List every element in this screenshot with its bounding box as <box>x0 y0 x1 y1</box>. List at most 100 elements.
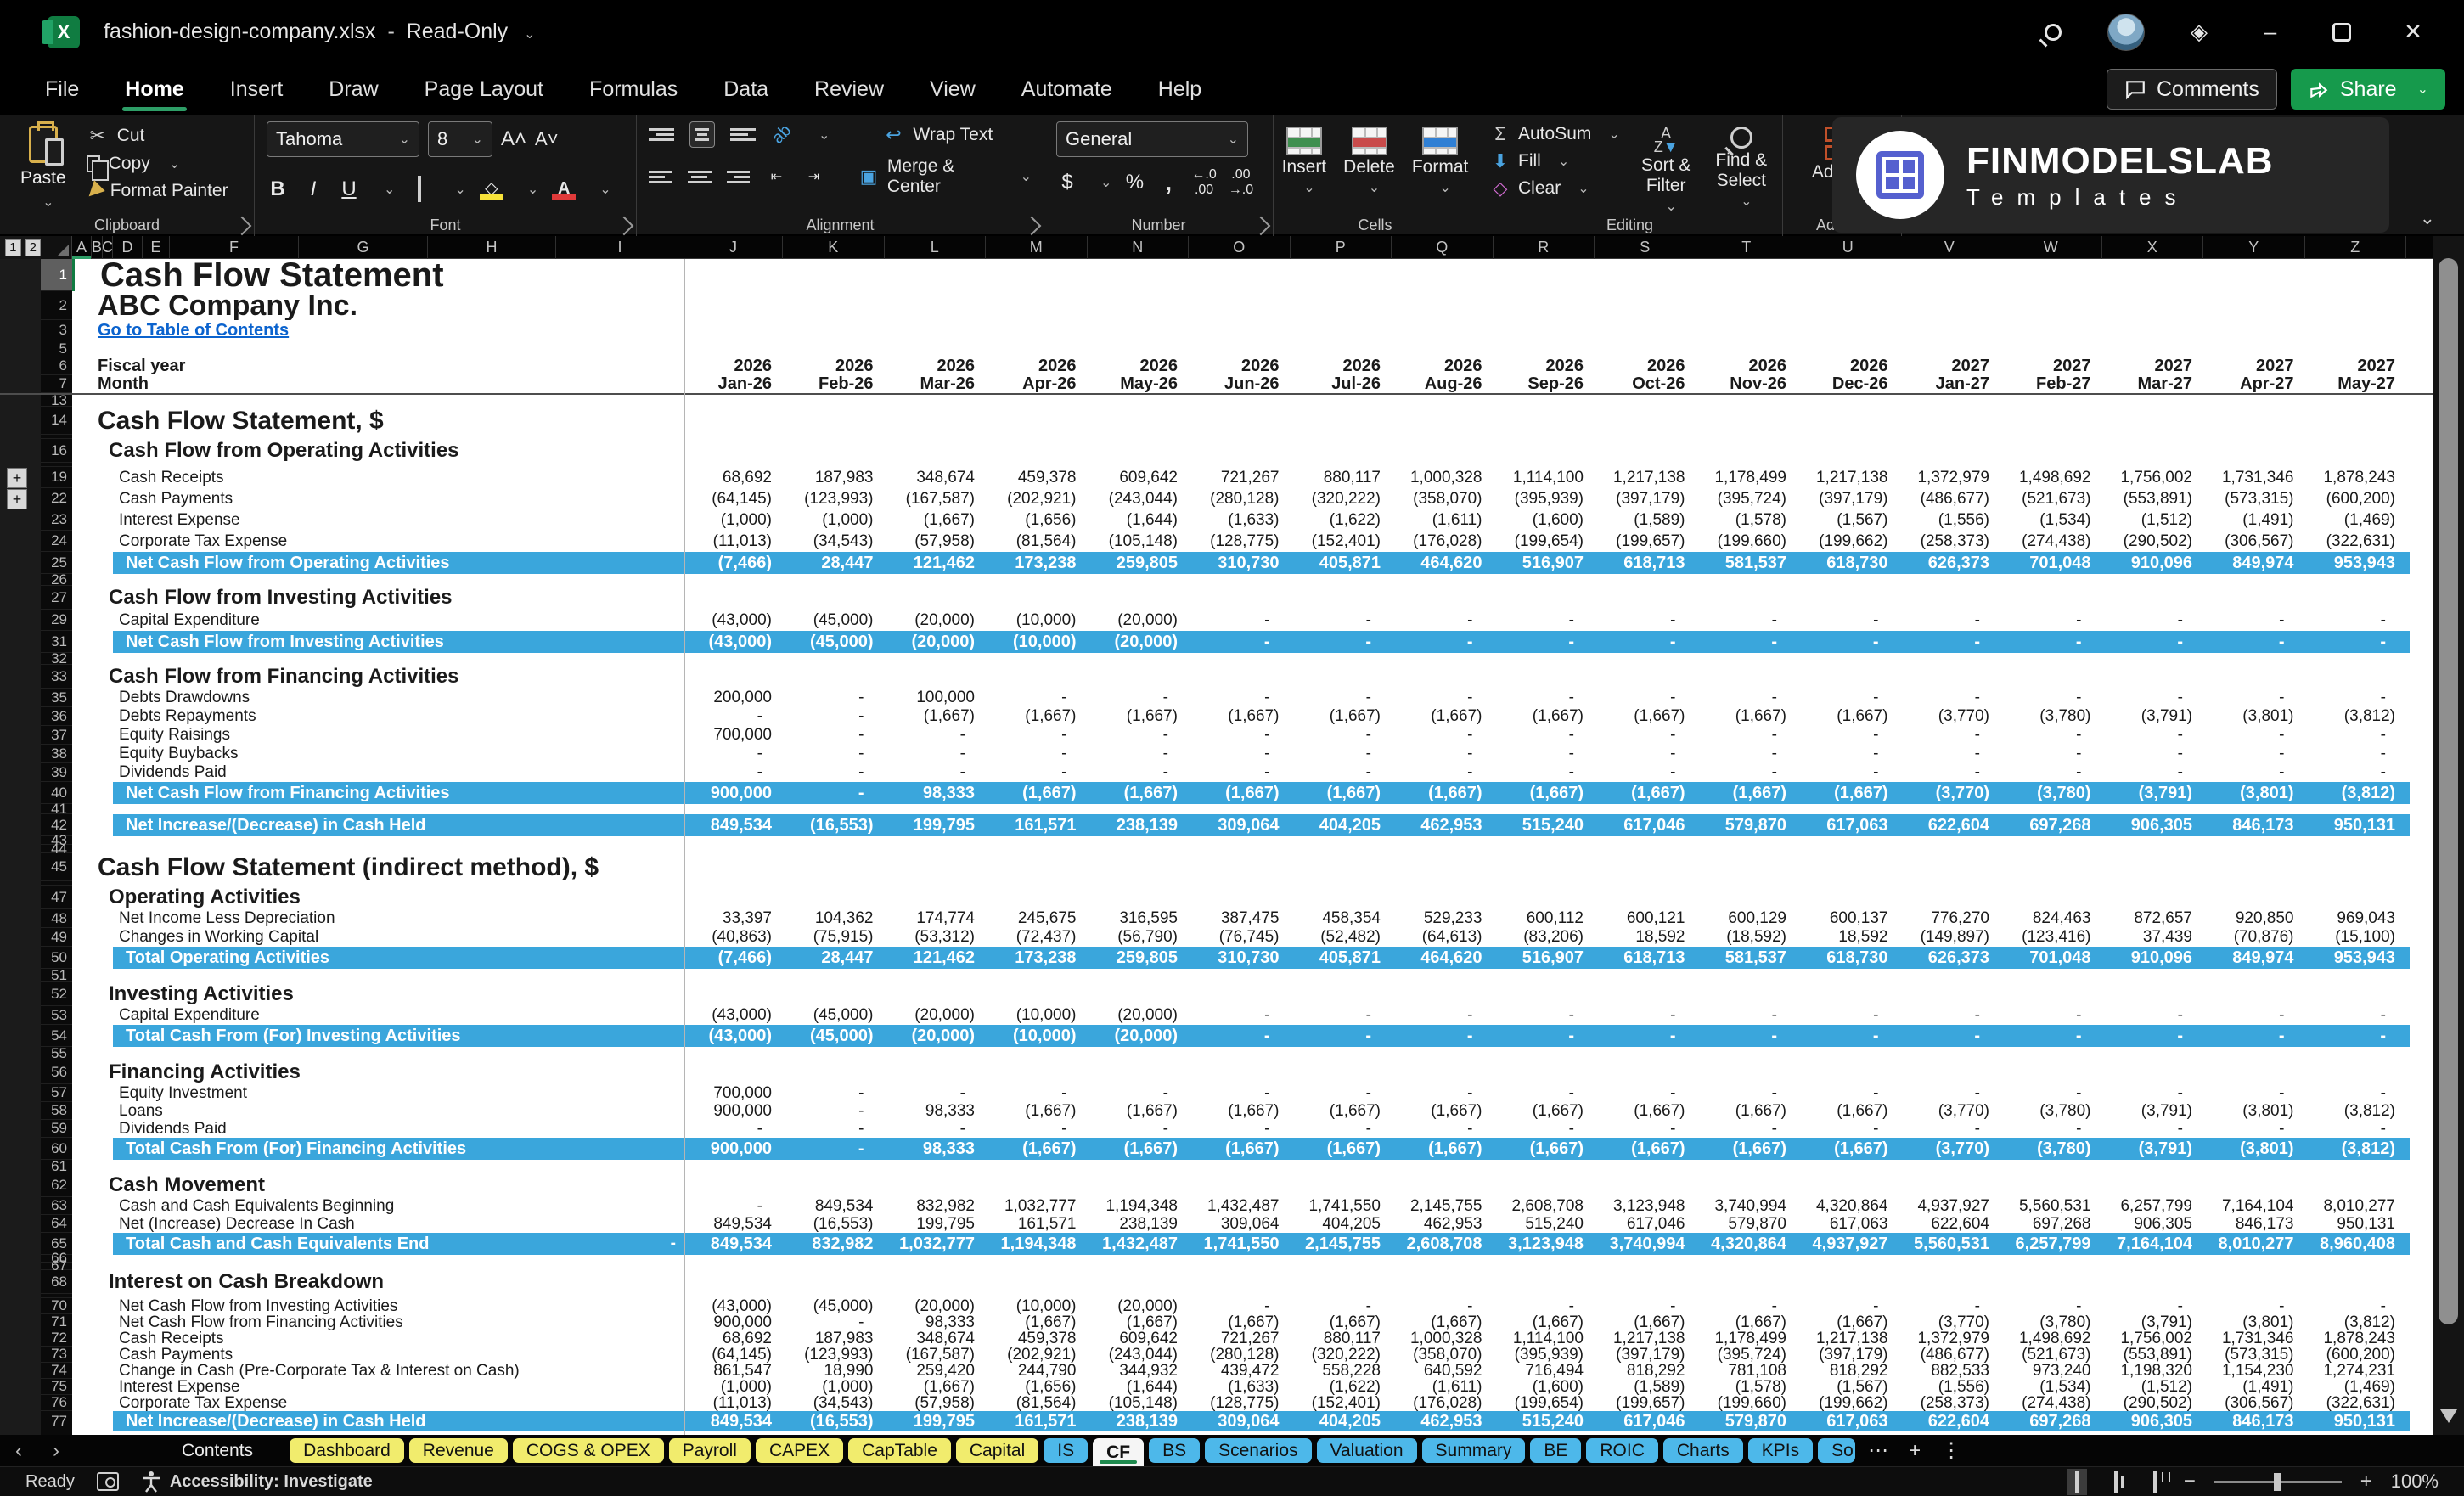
cell-O31[interactable]: - <box>1189 631 1291 653</box>
column-header-X[interactable]: X <box>2102 236 2204 259</box>
cell-K60[interactable]: - <box>783 1138 885 1160</box>
cell-V22[interactable]: (486,677) <box>1899 488 2001 509</box>
cell-V6[interactable]: 2027 <box>1899 357 2001 375</box>
cell-R36[interactable]: (1,667) <box>1494 707 1595 726</box>
cell-M42[interactable]: 161,571 <box>986 814 1088 836</box>
cell-Y38[interactable]: - <box>2203 745 2305 763</box>
cell-U36[interactable]: (1,667) <box>1797 707 1899 726</box>
cell-Z59[interactable]: - <box>2305 1120 2407 1138</box>
cell-U24[interactable]: (199,662) <box>1797 531 1899 552</box>
cell-U74[interactable]: 818,292 <box>1797 1363 1899 1379</box>
font-color-button[interactable]: A <box>552 180 576 200</box>
cell-V76[interactable]: (258,373) <box>1899 1395 2001 1411</box>
cell-Q54[interactable]: - <box>1392 1025 1494 1047</box>
cell-N77[interactable]: 238,139 <box>1088 1411 1190 1431</box>
label-cell[interactable]: Equity Investment <box>72 1084 684 1102</box>
normal-view-button[interactable] <box>2067 1469 2087 1495</box>
cell-L63[interactable]: 832,982 <box>885 1197 987 1215</box>
cell-R23[interactable]: (1,600) <box>1494 509 1595 531</box>
cell-W25[interactable]: 701,048 <box>2000 552 2102 574</box>
cell-R7[interactable]: Sep-26 <box>1494 375 1595 393</box>
cell-T60[interactable]: (1,667) <box>1696 1138 1798 1160</box>
autosum-button[interactable]: ΣAutoSum⌄ <box>1489 123 1620 145</box>
cell-P19[interactable]: 880,117 <box>1291 467 1392 488</box>
sheet-tab-summary[interactable]: Summary <box>1422 1438 1526 1463</box>
row-number-2[interactable]: 2 <box>41 291 72 320</box>
cell-K39[interactable]: - <box>783 763 885 782</box>
cell-L29[interactable]: (20,000) <box>885 610 987 631</box>
cell-U29[interactable]: - <box>1797 610 1899 631</box>
cell-W57[interactable]: - <box>2000 1084 2102 1102</box>
cell-J57[interactable]: 700,000 <box>684 1084 783 1102</box>
cell-W73[interactable]: (521,673) <box>2000 1347 2102 1363</box>
sheet-tab-contents[interactable]: Contents <box>168 1438 267 1463</box>
cell-T40[interactable]: (1,667) <box>1696 782 1798 804</box>
label-cell[interactable] <box>72 1263 684 1270</box>
cell-Z35[interactable]: - <box>2305 689 2407 707</box>
percent-button[interactable]: % <box>1123 171 1145 194</box>
cell-X63[interactable]: 6,257,799 <box>2102 1197 2204 1215</box>
cell-X70[interactable]: - <box>2102 1298 2204 1314</box>
cell-L75[interactable]: (1,667) <box>885 1379 987 1395</box>
menu-tab-view[interactable]: View <box>907 64 999 115</box>
cell-X39[interactable]: - <box>2102 763 2204 782</box>
cell-T57[interactable]: - <box>1696 1084 1798 1102</box>
format-painter-button[interactable]: Format Painter <box>87 181 228 201</box>
cell-U71[interactable]: (1,667) <box>1797 1314 1899 1330</box>
cell-L76[interactable]: (57,958) <box>885 1395 987 1411</box>
cell-U60[interactable]: (1,667) <box>1797 1138 1899 1160</box>
cell-L19[interactable]: 348,674 <box>885 467 987 488</box>
cell-L7[interactable]: Mar-26 <box>885 375 987 393</box>
cell-K6[interactable]: 2026 <box>783 357 885 375</box>
cell-U31[interactable]: - <box>1797 631 1899 653</box>
cell-R40[interactable]: (1,667) <box>1494 782 1595 804</box>
cell-M50[interactable]: 173,238 <box>986 947 1088 969</box>
cell-L72[interactable]: 348,674 <box>885 1330 987 1347</box>
cell-U23[interactable]: (1,567) <box>1797 509 1899 531</box>
label-cell[interactable]: Interest on Cash Breakdown <box>72 1270 684 1294</box>
cell-L6[interactable]: 2026 <box>885 357 987 375</box>
row-number-36[interactable]: 36 <box>41 707 72 726</box>
cell-Y53[interactable]: - <box>2203 1006 2305 1025</box>
cell-J75[interactable]: (1,000) <box>684 1379 783 1395</box>
cell-X71[interactable]: (3,791) <box>2102 1314 2204 1330</box>
cell-W77[interactable]: 697,268 <box>2000 1411 2102 1431</box>
cell-O64[interactable]: 309,064 <box>1189 1215 1291 1233</box>
cell-P22[interactable]: (320,222) <box>1291 488 1392 509</box>
cell-P75[interactable]: (1,622) <box>1291 1379 1392 1395</box>
cell-W42[interactable]: 697,268 <box>2000 814 2102 836</box>
cell-L24[interactable]: (57,958) <box>885 531 987 552</box>
search-icon[interactable] <box>2036 15 2070 49</box>
cell-J54[interactable]: (43,000) <box>684 1025 783 1047</box>
cell-Q31[interactable]: - <box>1392 631 1494 653</box>
cell-Q70[interactable]: - <box>1392 1298 1494 1314</box>
label-cell[interactable]: Cash Payments <box>72 488 684 509</box>
cell-V50[interactable]: 626,373 <box>1899 947 2001 969</box>
column-header-H[interactable]: H <box>428 236 556 259</box>
cell-Z7[interactable]: May-27 <box>2305 375 2407 393</box>
row-number-41[interactable]: 41 <box>41 804 72 814</box>
cell-U63[interactable]: 4,320,864 <box>1797 1197 1899 1215</box>
cell-S75[interactable]: (1,589) <box>1595 1379 1696 1395</box>
cell-J19[interactable]: 68,692 <box>684 467 783 488</box>
cell-S37[interactable]: - <box>1595 726 1696 745</box>
cell-N70[interactable]: (20,000) <box>1088 1298 1190 1314</box>
column-header-V[interactable]: V <box>1899 236 2001 259</box>
cell-S63[interactable]: 3,123,948 <box>1595 1197 1696 1215</box>
cell-R6[interactable]: 2026 <box>1494 357 1595 375</box>
cell-T71[interactable]: (1,667) <box>1696 1314 1798 1330</box>
cell-Q38[interactable]: - <box>1392 745 1494 763</box>
cell-Q36[interactable]: (1,667) <box>1392 707 1494 726</box>
label-cell[interactable] <box>72 1255 684 1263</box>
row-number-23[interactable]: 23 <box>41 509 72 531</box>
cell-O36[interactable]: (1,667) <box>1189 707 1291 726</box>
accounting-format-button[interactable]: $ <box>1056 171 1078 194</box>
cell-L40[interactable]: 98,333 <box>885 782 987 804</box>
cell-V29[interactable]: - <box>1899 610 2001 631</box>
comma-button[interactable]: , <box>1157 170 1179 196</box>
label-cell[interactable] <box>72 1047 684 1060</box>
row-number-49[interactable]: 49 <box>41 928 72 947</box>
row-number-56[interactable]: 56 <box>41 1060 72 1084</box>
label-cell[interactable]: Debts Drawdowns <box>72 689 684 707</box>
cell-P29[interactable]: - <box>1291 610 1392 631</box>
